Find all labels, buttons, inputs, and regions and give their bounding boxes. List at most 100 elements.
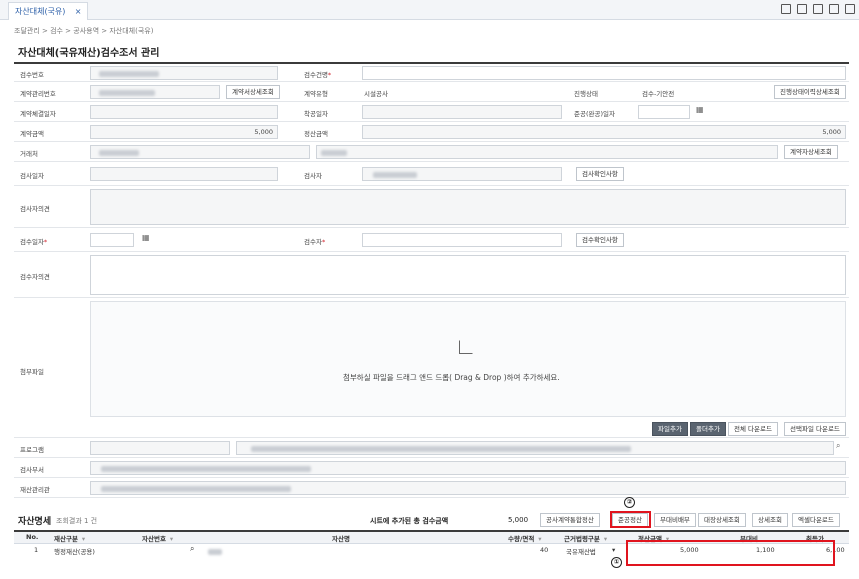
ledger-detail-button[interactable]: 대장상세조회 bbox=[698, 513, 746, 527]
program-name-field bbox=[236, 441, 834, 455]
start-date-label: 착공일자 bbox=[304, 110, 328, 118]
col-law[interactable]: 근거법령구분 ▾ bbox=[564, 533, 607, 543]
extra-cost-distribute-button[interactable]: 부대비배부 bbox=[654, 513, 696, 527]
start-date-field bbox=[362, 105, 562, 119]
inspection-name-label: 검수건명* bbox=[304, 71, 332, 79]
file-drop-zone[interactable]: 첨부하실 파일을 드래그 앤드 드롭( Drag & Drop )하여 추가하세… bbox=[90, 301, 846, 417]
asset-mgr-label: 재산관리관 bbox=[20, 486, 50, 494]
inspector-label: 검사자 bbox=[304, 172, 322, 180]
col-qty[interactable]: 수량/면적 ▾ bbox=[508, 533, 542, 543]
cell-no: 1 bbox=[34, 546, 39, 554]
add-file-button[interactable]: 파일추가 bbox=[652, 422, 688, 436]
tab-asset-replacement[interactable]: 자산대체(국유) × bbox=[8, 2, 89, 20]
vendor-label: 거래처 bbox=[20, 150, 38, 158]
close-icon[interactable]: × bbox=[75, 3, 82, 20]
form-row: 검사자의견 bbox=[14, 186, 849, 228]
tab-bar: 자산대체(국유) × bbox=[0, 0, 859, 20]
inspect-dept-label: 검사부서 bbox=[20, 466, 44, 474]
vendor-name-field bbox=[316, 145, 778, 159]
form-row: 검사부서 bbox=[14, 458, 849, 478]
completion-date-input[interactable] bbox=[638, 105, 690, 119]
vendor-detail-button[interactable]: 계약자상세조회 bbox=[784, 145, 838, 159]
restore-icon[interactable] bbox=[845, 4, 855, 14]
contract-no-label: 계약관리번호 bbox=[20, 90, 56, 98]
inspect-confirm-button[interactable]: 검사확인사항 bbox=[576, 167, 624, 181]
breadcrumb: 조달관리 > 검수 > 공사용역 > 자산대체(국유) bbox=[14, 27, 154, 35]
expand-icon bbox=[459, 340, 473, 354]
col-no[interactable]: No. bbox=[26, 533, 38, 541]
inspection-no-field bbox=[90, 66, 278, 80]
search-icon[interactable]: ⌕ bbox=[836, 441, 840, 451]
inspection-name-input[interactable] bbox=[362, 66, 846, 80]
detail-button[interactable]: 상세조회 bbox=[752, 513, 788, 527]
accept-confirm-button[interactable]: 검수확인사항 bbox=[576, 233, 624, 247]
form-row: 첨부파일 첨부하실 파일을 드래그 앤드 드롭( Drag & Drop )하여… bbox=[14, 298, 849, 438]
settle-amount-label: 정산금액 bbox=[304, 130, 328, 138]
inspector-field bbox=[362, 167, 562, 181]
progress-label: 진행상태 bbox=[574, 90, 598, 98]
inspect-date-label: 검사일자 bbox=[20, 172, 44, 180]
dropdown-icon[interactable]: ▾ bbox=[612, 546, 615, 554]
form-row: 거래처 계약자상세조회 bbox=[14, 142, 849, 162]
calendar-icon[interactable]: ▦ bbox=[142, 233, 150, 242]
inspection-no-label: 검수번호 bbox=[20, 71, 44, 79]
contract-amount-label: 계약금액 bbox=[20, 130, 44, 138]
window-icon[interactable] bbox=[797, 4, 807, 14]
form-row: 프로그램 ⌕ bbox=[14, 438, 849, 458]
form-row: 계약금액 5,000 정산금액 5,000 bbox=[14, 122, 849, 142]
form-row: 검수번호 검수건명* bbox=[14, 64, 849, 82]
inspector-opinion-label: 검사자의견 bbox=[20, 205, 50, 213]
progress-history-button[interactable]: 진행상태이력상세조회 bbox=[774, 85, 846, 99]
contract-date-label: 계약체결일자 bbox=[20, 110, 56, 118]
page-title: 자산대체(국유재산)검수조서 관리 bbox=[18, 48, 160, 59]
toolbar-icons bbox=[781, 4, 855, 14]
form-row: 검수일자* ▦ 검수자* 검수확인사항 bbox=[14, 228, 849, 252]
cell-qty: 40 bbox=[540, 546, 549, 554]
contract-no-field bbox=[90, 85, 220, 99]
cell-category: 행정재산(공용) bbox=[54, 548, 95, 556]
excel-download-button[interactable]: 엑셀다운로드 bbox=[792, 513, 840, 527]
search-icon[interactable]: ⌕ bbox=[190, 544, 194, 554]
inspect-date-field bbox=[90, 167, 278, 181]
inspector-opinion-field bbox=[90, 189, 846, 225]
contract-type-value: 시설공사 bbox=[364, 90, 388, 98]
form-row: 재산관리관 bbox=[14, 478, 849, 498]
download-all-button[interactable]: 전체 다운로드 bbox=[728, 422, 778, 436]
program-code-field bbox=[90, 441, 230, 455]
asset-section-title: 자산명세 bbox=[18, 517, 52, 527]
acceptor-input[interactable] bbox=[362, 233, 562, 247]
acceptor-opinion-label: 검수자의견 bbox=[20, 273, 50, 281]
highlight-box-completion-settle bbox=[610, 511, 651, 528]
sum-value: 5,000 bbox=[508, 516, 529, 524]
annotation-one: ① bbox=[611, 557, 622, 568]
acceptor-label: 검수자* bbox=[304, 238, 326, 246]
tab-title: 자산대체(국유) bbox=[15, 7, 66, 16]
calendar-icon[interactable]: ▦ bbox=[696, 105, 704, 114]
vendor-code-field bbox=[90, 145, 310, 159]
completion-date-label: 준공(완공)일자 bbox=[574, 110, 615, 118]
contract-integrated-settle-button[interactable]: 공사계약통합정산 bbox=[540, 513, 600, 527]
col-category[interactable]: 재산구분 ▾ bbox=[54, 533, 85, 543]
form-row: 계약관리번호 계약서상세조회 계약유형 시설공사 진행상태 검수-기안전 진행상… bbox=[14, 82, 849, 102]
annotation-two: ② bbox=[624, 497, 635, 508]
list-icon[interactable] bbox=[829, 4, 839, 14]
acceptor-opinion-input[interactable] bbox=[90, 255, 846, 295]
progress-value: 검수-기안전 bbox=[642, 90, 675, 98]
cell-law: 국유재산법 bbox=[566, 548, 596, 556]
add-folder-button[interactable]: 폴더추가 bbox=[690, 422, 726, 436]
form-row: 검수자의견 bbox=[14, 252, 849, 298]
contract-amount-field: 5,000 bbox=[90, 125, 278, 139]
program-label: 프로그램 bbox=[20, 446, 44, 454]
col-asset-no[interactable]: 자산번호 ▾ bbox=[142, 533, 173, 543]
bookmark-icon[interactable] bbox=[781, 4, 791, 14]
asset-mgr-field bbox=[90, 481, 846, 495]
contract-detail-button[interactable]: 계약서상세조회 bbox=[226, 85, 280, 99]
form-row: 검사일자 검사자 검사확인사항 bbox=[14, 162, 849, 186]
col-asset-name[interactable]: 자산명 bbox=[332, 533, 350, 543]
split-icon[interactable] bbox=[813, 4, 823, 14]
download-selected-button[interactable]: 선택파일 다운로드 bbox=[784, 422, 846, 436]
attach-label: 첨부파일 bbox=[20, 368, 44, 376]
drop-instructions: 첨부하실 파일을 드래그 앤드 드롭( Drag & Drop )하여 추가하세… bbox=[343, 373, 560, 382]
accept-date-label: 검수일자* bbox=[20, 238, 48, 246]
accept-date-input[interactable] bbox=[90, 233, 134, 247]
